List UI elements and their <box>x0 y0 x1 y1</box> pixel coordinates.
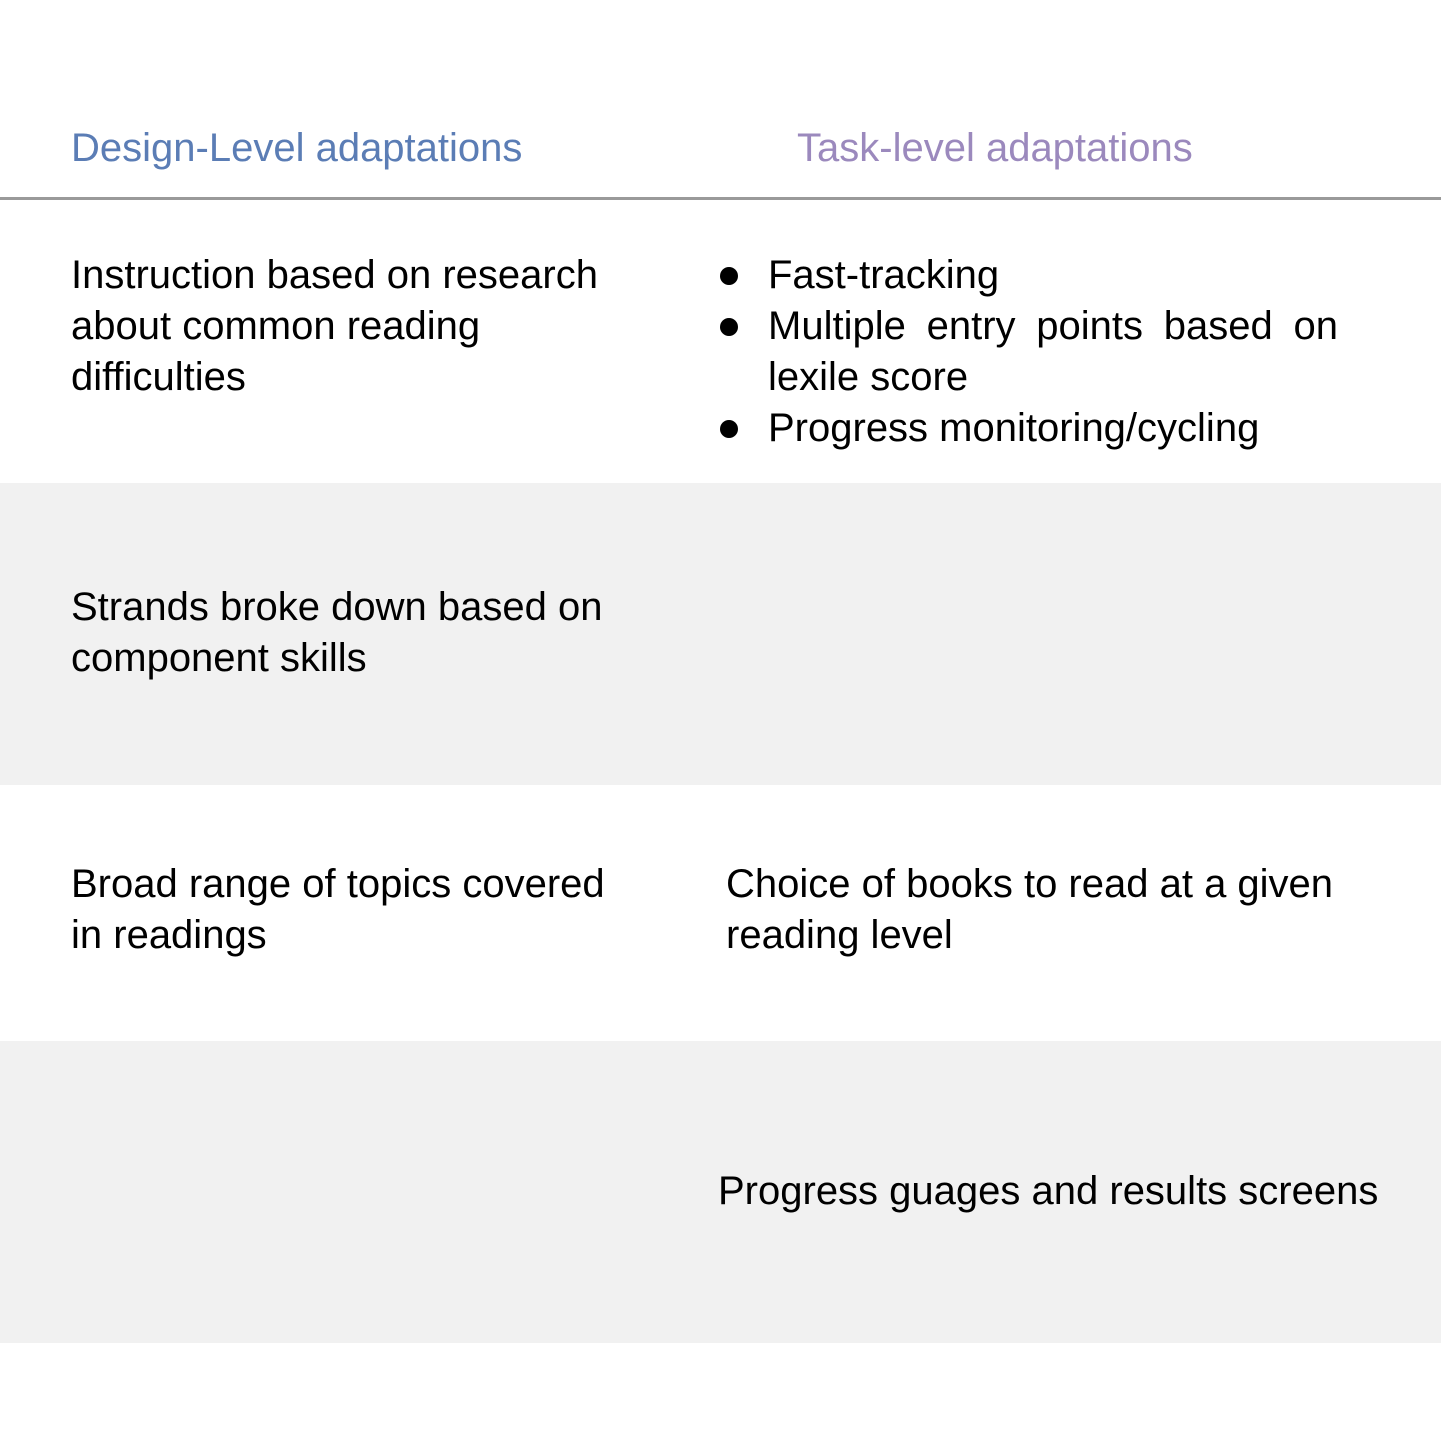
table-row: Broad range of topics covered in reading… <box>0 785 1441 1041</box>
design-text: Broad range of topics covered in reading… <box>71 862 605 957</box>
task-cell: Choice of books to read at a given readi… <box>726 859 1406 961</box>
task-bullet-list: Fast-tracking Multiple entry points base… <box>718 250 1338 454</box>
task-text: Multiple entry points based on lexile sc… <box>768 304 1338 399</box>
table-row: Progress guages and results screens <box>0 1041 1441 1343</box>
design-level-header: Design-Level adaptations <box>71 126 523 170</box>
task-text: Progress monitoring/cycling <box>768 406 1260 450</box>
list-item: Progress monitoring/cycling <box>718 403 1338 454</box>
bullet-icon <box>720 267 738 285</box>
table-row: Strands broke down based on component sk… <box>0 483 1441 785</box>
task-text: Choice of books to read at a given readi… <box>726 862 1334 957</box>
design-text: Strands broke down based on component sk… <box>71 585 603 680</box>
list-item: Fast-tracking <box>718 250 1338 301</box>
design-cell: Strands broke down based on component sk… <box>71 582 631 684</box>
design-cell: Broad range of topics covered in reading… <box>71 859 631 961</box>
design-cell: Instruction based on research about comm… <box>71 250 631 403</box>
task-level-header: Task-level adaptations <box>797 126 1193 170</box>
list-item: Multiple entry points based on lexile sc… <box>718 301 1338 403</box>
task-cell: Progress guages and results screens <box>718 1166 1428 1217</box>
task-text: Progress guages and results screens <box>718 1169 1379 1213</box>
design-text: Instruction based on research about comm… <box>71 253 598 399</box>
task-text: Fast-tracking <box>768 253 1000 297</box>
bullet-icon <box>720 420 738 438</box>
table-row: Instruction based on research about comm… <box>0 200 1441 483</box>
bullet-icon <box>720 318 738 336</box>
